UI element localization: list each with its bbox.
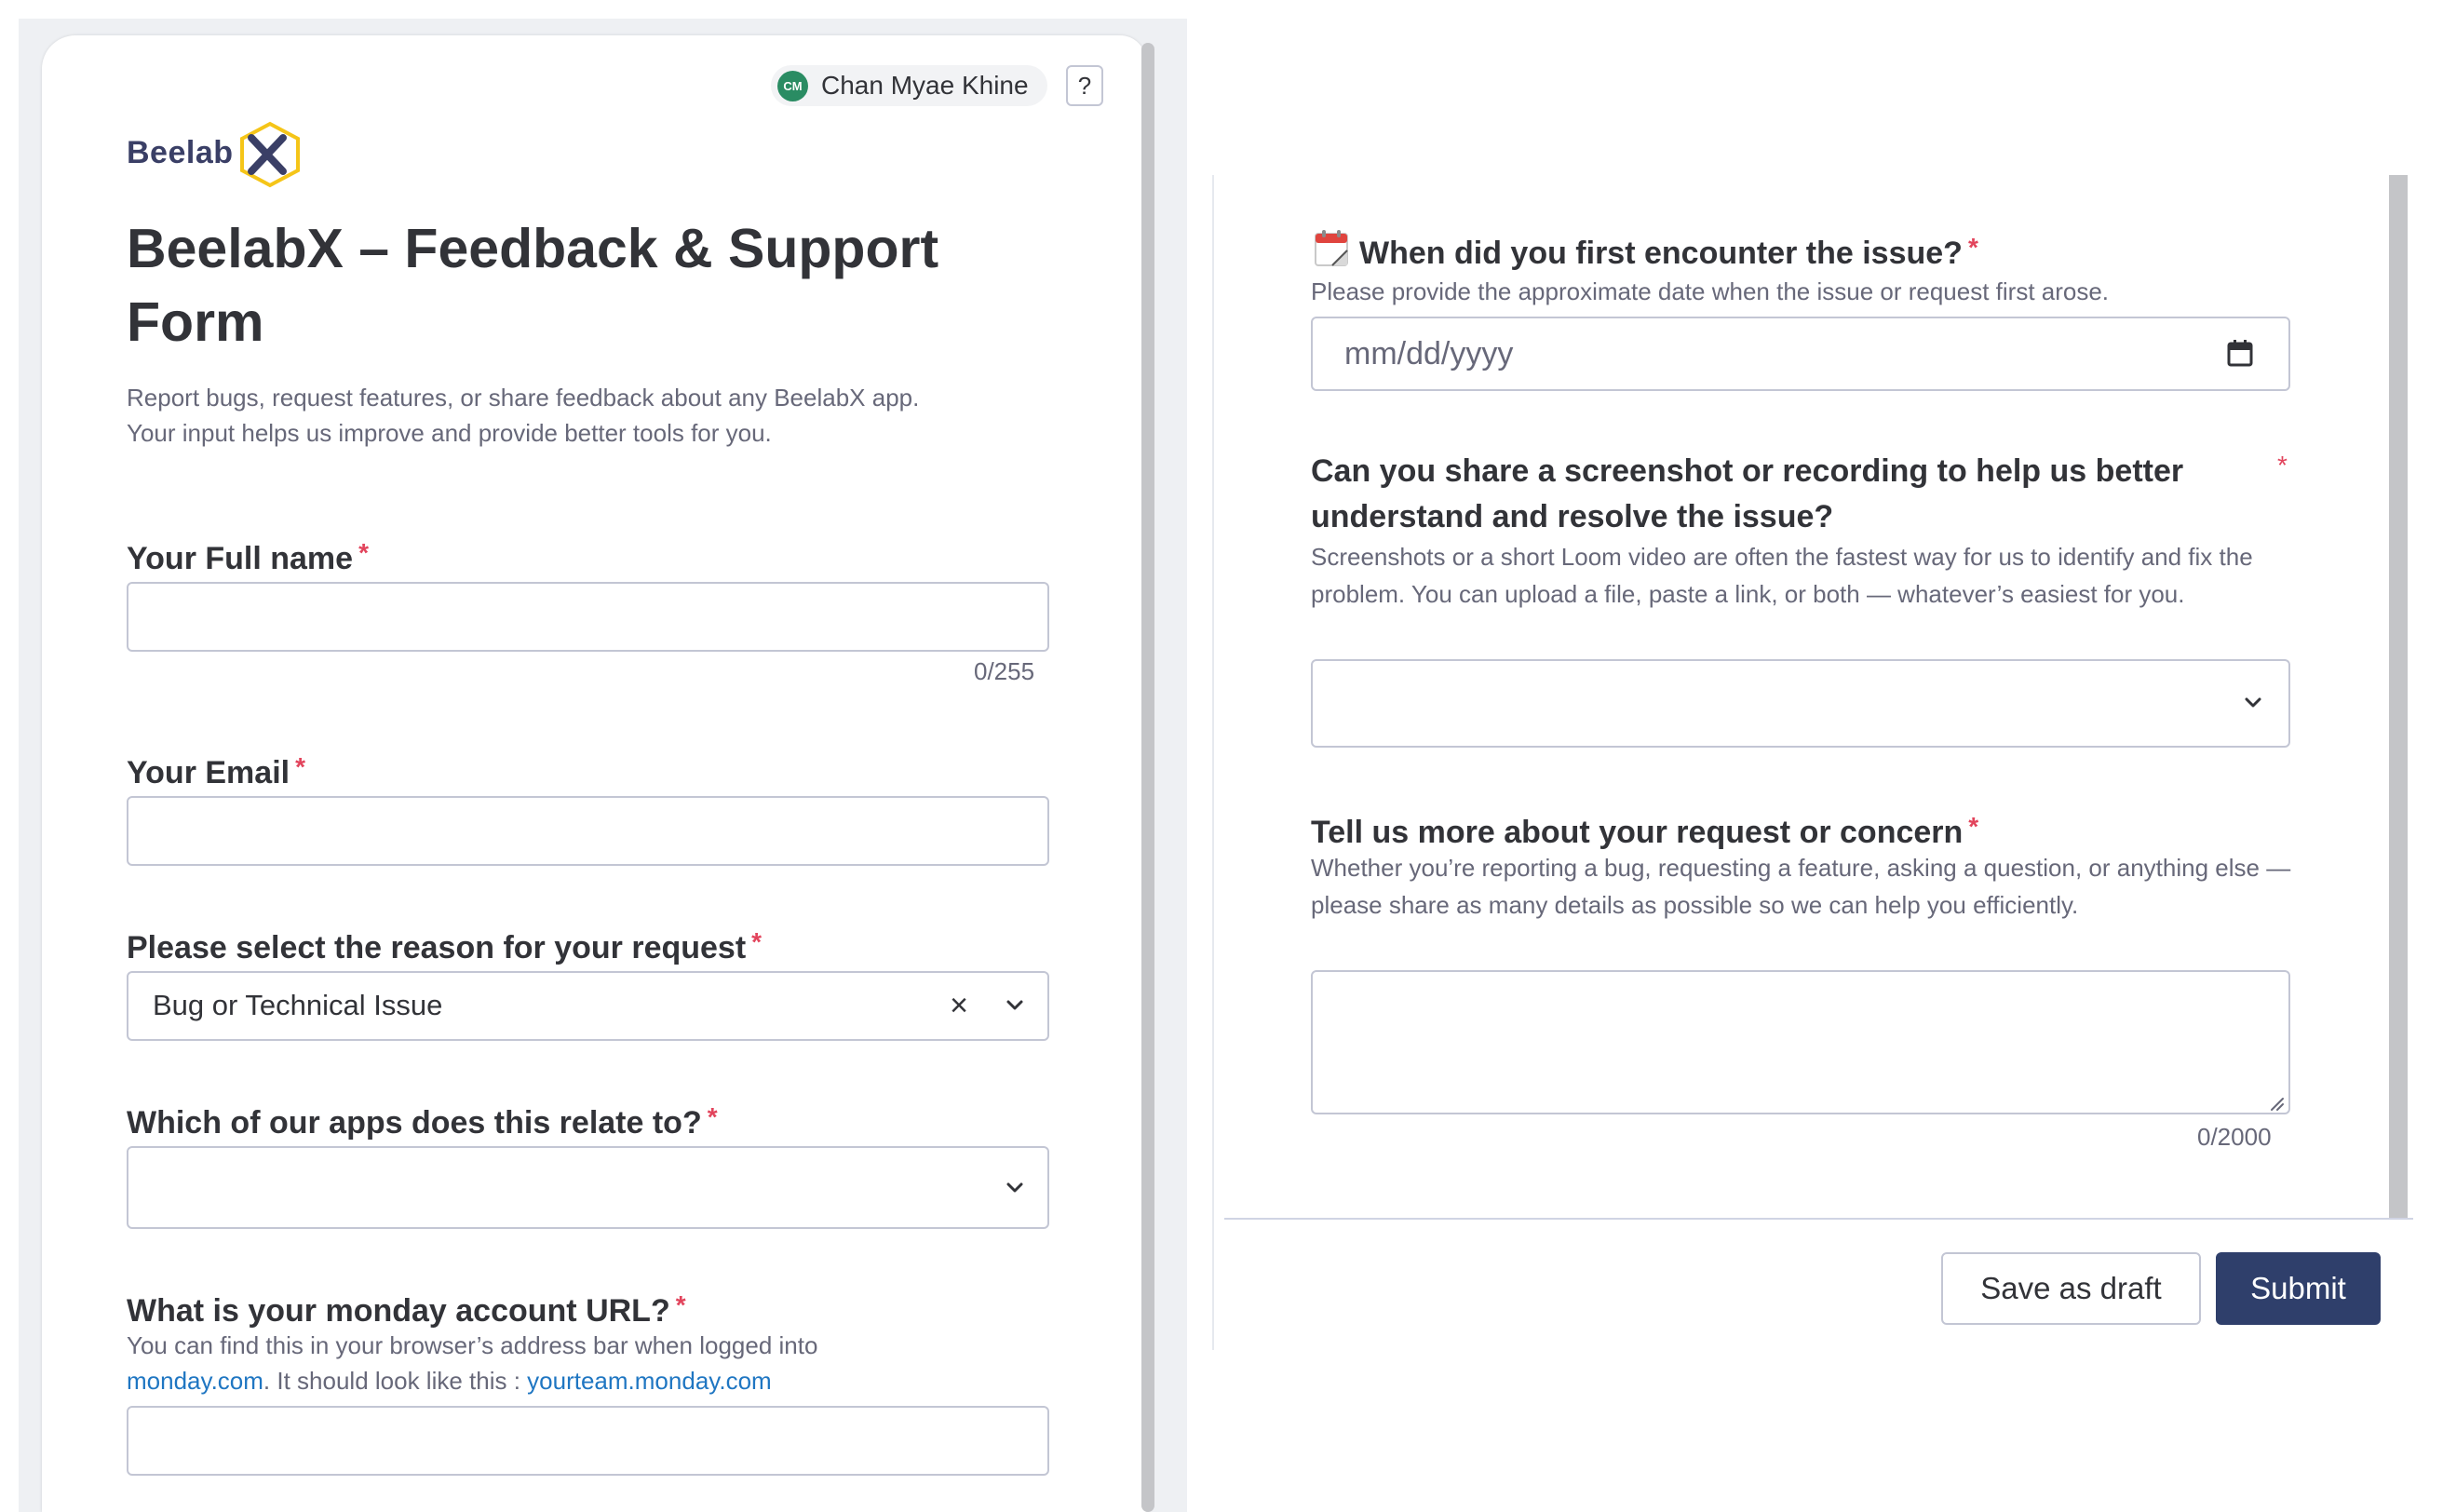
- monday-url-input[interactable]: [127, 1406, 1049, 1476]
- chevron-down-icon[interactable]: [996, 989, 1033, 1022]
- required-marker: *: [1968, 812, 1979, 841]
- email-label: Your Email *: [127, 747, 305, 793]
- form-description-line: Report bugs, request features, or share …: [127, 384, 920, 412]
- details-textarea[interactable]: [1311, 970, 2290, 1114]
- monday-url-help-line: monday.com. It should look like this : y…: [127, 1363, 1058, 1398]
- first-encounter-label-text: When did you first encounter the issue?: [1359, 236, 1963, 271]
- details-char-counter: 0/2000: [2197, 1123, 2272, 1151]
- monday-url-label: What is your monday account URL? *: [127, 1285, 686, 1331]
- close-icon[interactable]: ×: [940, 987, 978, 1024]
- monday-link[interactable]: monday.com: [127, 1367, 263, 1395]
- submit-button[interactable]: Submit: [2216, 1252, 2381, 1325]
- chevron-down-icon[interactable]: [2234, 686, 2272, 720]
- page-title: BeelabX – Feedback & Support Form: [127, 218, 939, 353]
- logo-x-icon: [240, 121, 300, 188]
- scrollbar[interactable]: [1141, 43, 1154, 1512]
- email-label-text: Your Email: [127, 755, 290, 790]
- required-marker: *: [358, 538, 369, 567]
- screenshot-help: Screenshots or a short Loom video are of…: [1311, 543, 2253, 608]
- calendar-icon: [1315, 230, 1348, 266]
- scrollbar[interactable]: [2389, 175, 2408, 1218]
- form-description: Report bugs, request features, or share …: [127, 380, 1058, 451]
- footer-divider: [1224, 1218, 2413, 1220]
- first-encounter-label: When did you first encounter the issue? *: [1359, 227, 1978, 274]
- avatar: CM: [777, 71, 808, 101]
- full-name-input[interactable]: [127, 582, 1049, 652]
- full-name-char-counter: 0/255: [974, 657, 1035, 685]
- form-description-line: Your input helps us improve and provide …: [127, 419, 772, 447]
- required-marker: *: [675, 1290, 686, 1319]
- user-name: Chan Myae Khine: [821, 71, 1029, 100]
- required-marker: *: [707, 1102, 718, 1131]
- email-field[interactable]: [127, 796, 1049, 866]
- required-marker: *: [1967, 233, 1978, 262]
- monday-url-help-text: . It should look like this :: [263, 1367, 528, 1395]
- help-button[interactable]: ?: [1066, 65, 1103, 106]
- first-encounter-help: Please provide the approximate date when…: [1311, 277, 2110, 305]
- chevron-down-icon[interactable]: [996, 1171, 1033, 1205]
- apps-label-text: Which of our apps does this relate to?: [127, 1105, 702, 1141]
- full-name-label-text: Your Full name: [127, 541, 354, 576]
- required-marker: *: [295, 752, 305, 781]
- screenshot-label: Can you share a screenshot or recording …: [1311, 453, 2184, 534]
- required-marker: *: [751, 927, 763, 956]
- monday-url-help: You can find this in your browser’s addr…: [127, 1328, 1058, 1398]
- reason-selected-value: Bug or Technical Issue: [153, 989, 443, 1021]
- monday-url-help-line: You can find this in your browser’s addr…: [127, 1331, 818, 1359]
- reason-label: Please select the reason for your reques…: [127, 922, 762, 968]
- details-label-text: Tell us more about your request or conce…: [1311, 815, 1964, 850]
- details-label: Tell us more about your request or conce…: [1311, 806, 1978, 853]
- example-url-link[interactable]: yourteam.monday.com: [527, 1367, 772, 1395]
- details-help: Whether you’re reporting a bug, requesti…: [1311, 854, 2291, 919]
- required-marker: *: [2277, 451, 2288, 479]
- date-placeholder: mm/dd/yyyy: [1344, 336, 1514, 371]
- full-name-label: Your Full name *: [127, 533, 369, 579]
- apps-select[interactable]: [127, 1146, 1049, 1229]
- calendar-icon[interactable]: [2226, 338, 2254, 368]
- logo: Beelab: [127, 135, 234, 170]
- resize-handle-icon[interactable]: [2268, 1095, 2285, 1112]
- save-draft-button[interactable]: Save as draft: [1941, 1252, 2201, 1325]
- reason-label-text: Please select the reason for your reques…: [127, 930, 747, 965]
- apps-label: Which of our apps does this relate to? *: [127, 1097, 718, 1143]
- screenshot-select[interactable]: [1311, 659, 2290, 748]
- monday-url-label-text: What is your monday account URL?: [127, 1293, 670, 1329]
